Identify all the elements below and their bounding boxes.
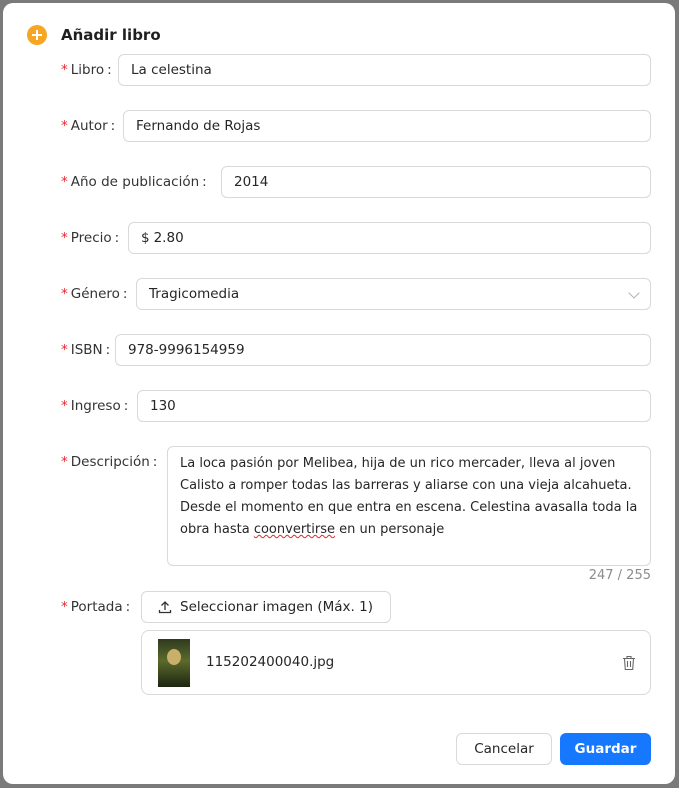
label-precio: * Precio: (61, 230, 120, 246)
currency-prefix: $ (141, 230, 150, 246)
label-anio: * Año de publicación: (61, 174, 207, 190)
label-descripcion: * Descripción: (61, 454, 158, 470)
label-libro: * Libro: (61, 62, 112, 78)
form-row-genero: * Género: Tragicomedia (3, 278, 675, 310)
autor-input[interactable]: Fernando de Rojas (123, 110, 651, 142)
form-row-ingreso: * Ingreso: 130 (3, 390, 675, 422)
genero-select[interactable]: Tragicomedia (136, 278, 651, 310)
label-ingreso: * Ingreso: (61, 398, 129, 414)
dialog-title: Añadir libro (61, 26, 161, 44)
genero-selected-value: Tragicomedia (149, 286, 240, 302)
isbn-input[interactable]: 978-9996154959 (115, 334, 651, 366)
file-name: 115202400040.jpg (206, 654, 335, 670)
uploaded-file-item: 115202400040.jpg (141, 630, 651, 695)
upload-icon (158, 601, 172, 614)
ingreso-input[interactable]: 130 (137, 390, 651, 422)
label-portada: * Portada: (61, 599, 131, 615)
precio-value: 2.80 (153, 230, 184, 246)
label-genero: * Género: (61, 286, 128, 302)
select-image-label: Seleccionar imagen (Máx. 1) (180, 599, 373, 615)
libro-input[interactable]: La celestina (118, 54, 651, 86)
select-image-button[interactable]: Seleccionar imagen (Máx. 1) (141, 591, 391, 623)
label-isbn: * ISBN: (61, 342, 111, 358)
label-autor: * Autor: (61, 118, 116, 134)
dialog-header: Añadir libro (27, 25, 161, 45)
cover-thumbnail[interactable] (158, 639, 190, 687)
anio-input[interactable]: 2014 (221, 166, 651, 198)
chevron-down-icon (628, 287, 640, 299)
descripcion-textarea[interactable]: La loca pasión por Melibea, hija de un r… (167, 446, 651, 566)
form-row-autor: * Autor: Fernando de Rojas (3, 110, 675, 142)
cancel-button[interactable]: Cancelar (456, 733, 552, 765)
add-book-dialog: Añadir libro * Libro: La celestina * Autor… (3, 3, 675, 784)
plus-circle-icon (27, 25, 47, 45)
char-counter: 247 / 255 (588, 568, 651, 583)
precio-input[interactable]: $2.80 (128, 222, 651, 254)
form-row-libro: * Libro: La celestina (3, 54, 675, 86)
trash-icon[interactable] (622, 655, 636, 671)
save-button[interactable]: Guardar (560, 733, 651, 765)
form-row-precio: * Precio: $2.80 (3, 222, 675, 254)
spellcheck-word: coonvertirse (253, 522, 335, 537)
form-row-anio: * Año de publicación: 2014 (3, 166, 675, 198)
form-row-isbn: * ISBN: 978-9996154959 (3, 334, 675, 366)
